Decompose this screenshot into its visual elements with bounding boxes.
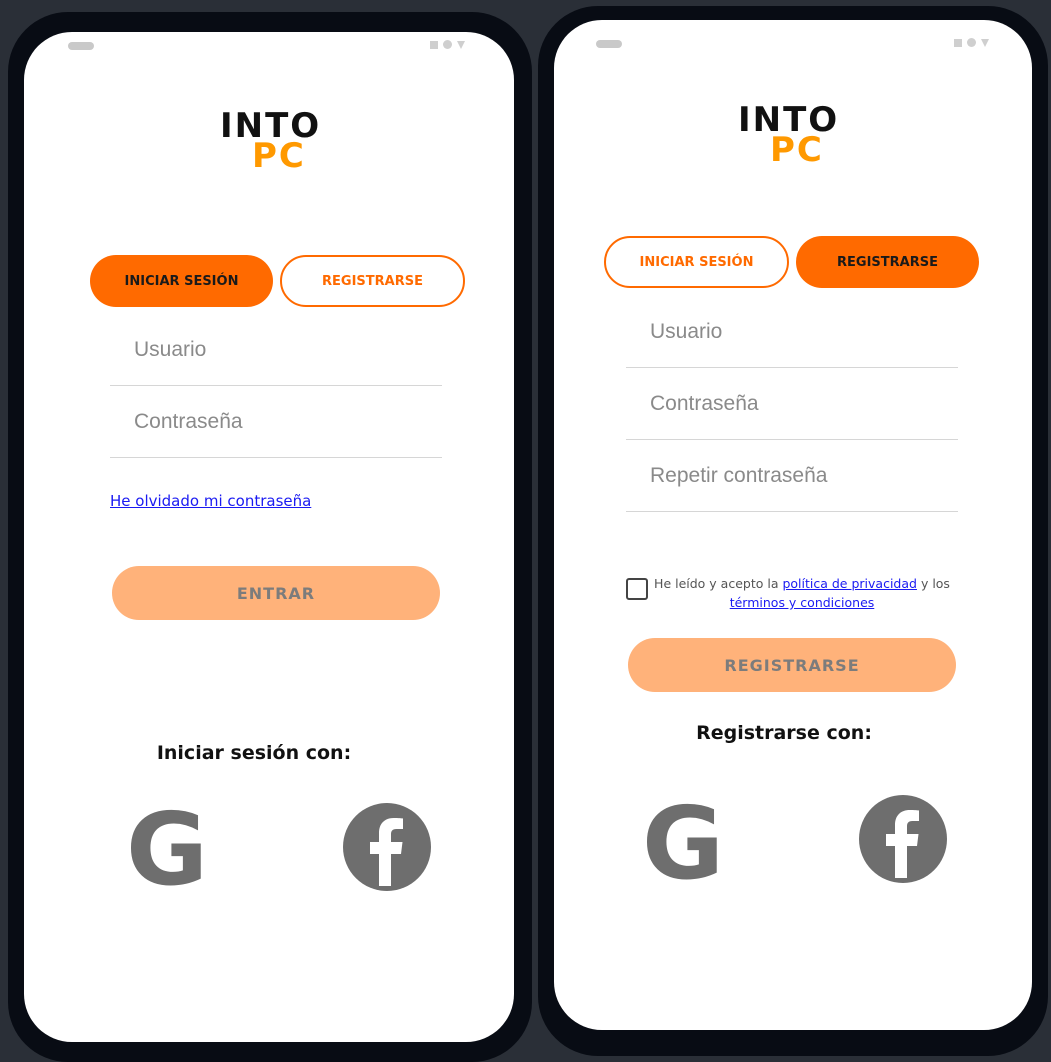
wifi-icon	[967, 38, 976, 47]
svg-text:G: G	[126, 802, 208, 892]
terms-prefix: He leído y acepto la	[654, 576, 783, 591]
speaker-notch	[68, 42, 94, 50]
logo-text-pc: PC	[770, 130, 824, 170]
username-input[interactable]: Usuario	[626, 296, 958, 368]
username-input[interactable]: Usuario	[110, 314, 442, 386]
phone-frame-register: INTO PC INICIAR SESIÓN REGISTRARSE Usuar…	[538, 6, 1048, 1056]
social-register-label: Registrarse con:	[696, 722, 872, 744]
google-icon[interactable]: G	[122, 791, 212, 908]
tab-register[interactable]: REGISTRARSE	[280, 255, 465, 307]
login-submit-button[interactable]: ENTRAR	[112, 566, 440, 620]
login-screen: INTO PC INICIAR SESIÓN REGISTRARSE Usuar…	[24, 32, 514, 1042]
privacy-policy-link[interactable]: política de privacidad	[782, 576, 917, 591]
terms-text: He leído y acepto la política de privaci…	[646, 574, 958, 612]
phone-frame-login: INTO PC INICIAR SESIÓN REGISTRARSE Usuar…	[8, 12, 532, 1062]
logo-text-pc: PC	[252, 136, 306, 176]
facebook-icon[interactable]	[342, 802, 432, 896]
battery-icon	[981, 38, 989, 47]
forgot-password-link[interactable]: He olvidado mi contraseña	[110, 492, 311, 510]
social-login-label: Iniciar sesión con:	[156, 742, 352, 764]
speaker-notch	[596, 40, 622, 48]
tab-register[interactable]: REGISTRARSE	[796, 236, 979, 288]
status-bar-icons	[954, 38, 989, 47]
signal-icon	[954, 38, 962, 47]
tab-login[interactable]: INICIAR SESIÓN	[604, 236, 789, 288]
terms-conditions-link[interactable]: términos y condiciones	[730, 595, 875, 610]
password-input[interactable]: Contraseña	[626, 368, 958, 440]
password-input[interactable]: Contraseña	[110, 386, 442, 458]
repeat-password-input[interactable]: Repetir contraseña	[626, 440, 958, 512]
signal-icon	[430, 40, 438, 49]
wifi-icon	[443, 40, 452, 49]
register-submit-button[interactable]: REGISTRARSE	[628, 638, 956, 692]
terms-middle: y los	[916, 576, 950, 591]
svg-text:G: G	[642, 796, 724, 886]
terms-checkbox[interactable]	[626, 578, 648, 600]
status-bar-icons	[430, 40, 465, 49]
battery-icon	[457, 40, 465, 49]
register-screen: INTO PC INICIAR SESIÓN REGISTRARSE Usuar…	[554, 20, 1032, 1030]
google-icon[interactable]: G	[638, 785, 728, 902]
facebook-icon[interactable]	[858, 794, 948, 888]
tab-login[interactable]: INICIAR SESIÓN	[90, 255, 273, 307]
